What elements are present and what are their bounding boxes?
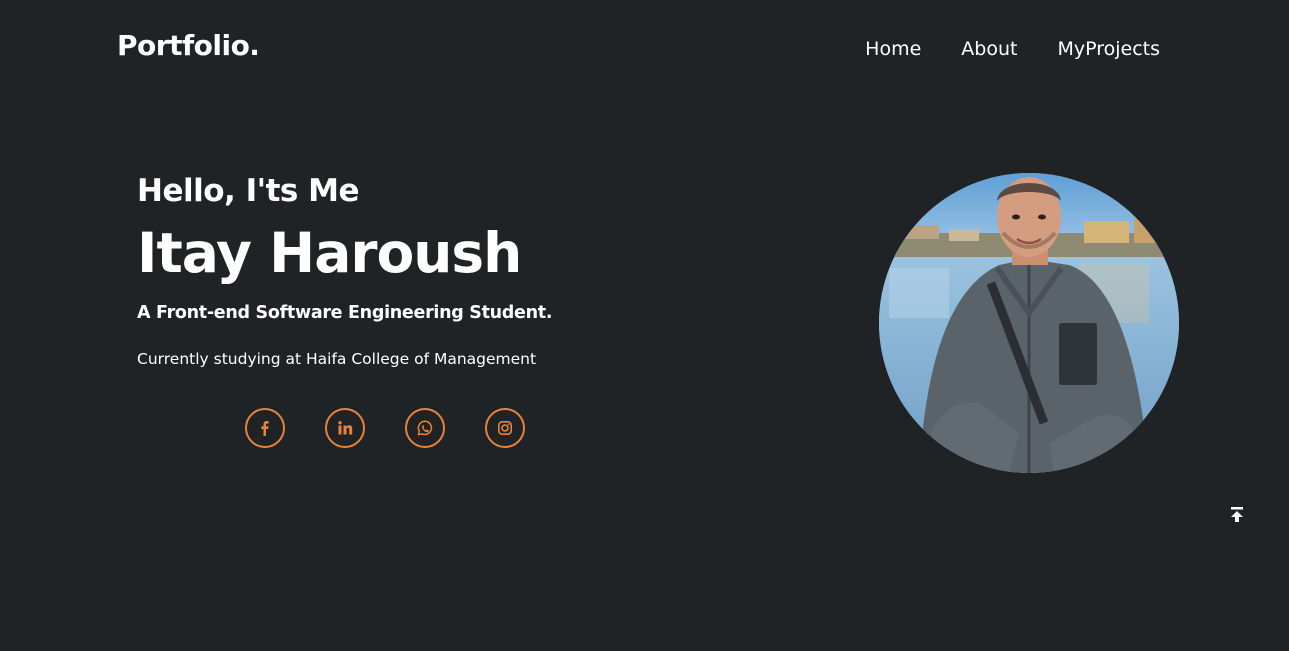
facebook-icon xyxy=(261,421,269,436)
back-to-top-button[interactable] xyxy=(1228,505,1246,525)
facebook-link[interactable] xyxy=(245,408,285,448)
whatsapp-icon xyxy=(417,420,433,436)
hero-study: Currently studying at Haifa College of M… xyxy=(137,350,537,368)
hero-role: A Front-end Software Engineering Student… xyxy=(137,303,553,323)
linkedin-link[interactable] xyxy=(325,408,365,448)
nav-myprojects[interactable]: MyProjects xyxy=(1057,36,1160,62)
nav-about[interactable]: About xyxy=(961,36,1017,62)
linkedin-icon xyxy=(338,421,353,435)
main-nav: Home About MyProjects xyxy=(865,36,1160,62)
social-links xyxy=(245,408,525,448)
hero-section: Hello, I'ts Me Itay Haroush A Front-end … xyxy=(137,170,737,370)
profile-photo xyxy=(879,173,1179,473)
arrow-up-to-line-icon xyxy=(1231,507,1243,522)
instagram-link[interactable] xyxy=(485,408,525,448)
nav-home[interactable]: Home xyxy=(865,36,921,62)
whatsapp-link[interactable] xyxy=(405,408,445,448)
hero-greeting: Hello, I'ts Me xyxy=(137,173,360,209)
hero-name: Itay Haroush xyxy=(137,221,522,285)
site-logo[interactable]: Portfolio. xyxy=(117,28,260,64)
instagram-icon xyxy=(497,420,512,435)
